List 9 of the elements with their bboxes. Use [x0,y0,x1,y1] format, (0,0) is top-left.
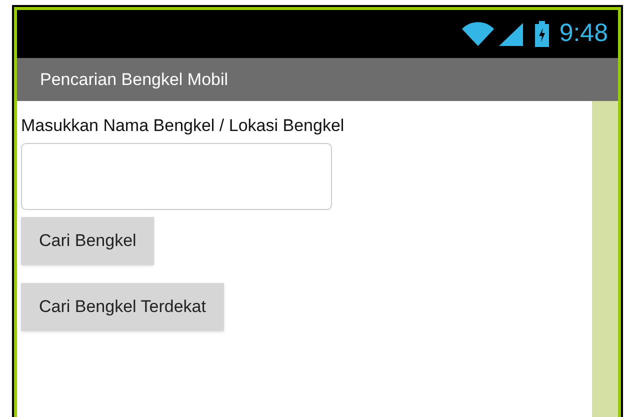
battery-icon [535,21,550,47]
app-title: Pencarian Bengkel Mobil [40,68,228,91]
field-label: Masukkan Nama Bengkel / Lokasi Bengkel [21,115,344,137]
clock-time: 9:48 [559,18,608,50]
search-button[interactable]: Cari Bengkel [21,217,154,265]
input-field[interactable] [21,143,332,210]
search-button[interactable]: Cari Bengkel Terdekat [21,283,224,331]
wifi-icon [461,21,496,47]
signal-icon [499,21,526,47]
